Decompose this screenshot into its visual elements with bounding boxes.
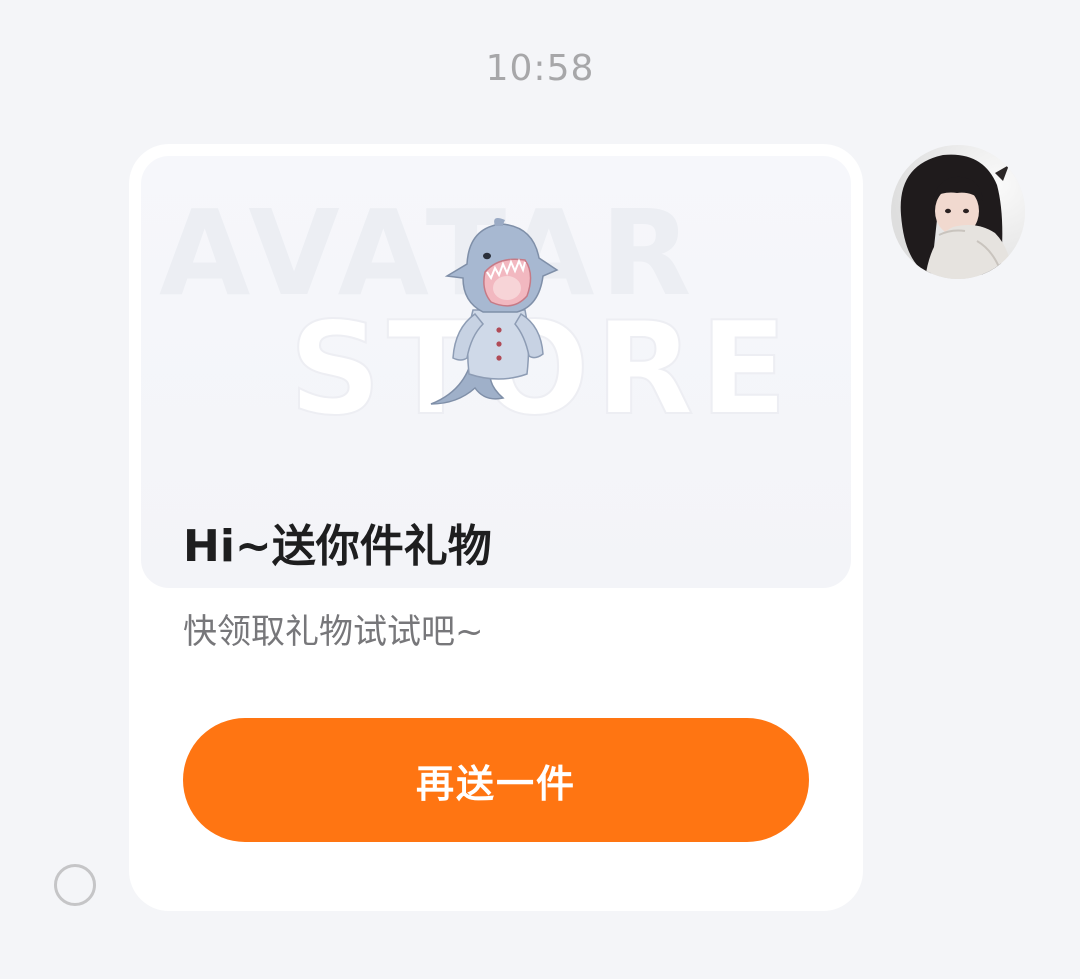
message-status-circle-icon [54,864,96,906]
gift-card-subtitle: 快领取礼物试试吧~ [183,612,484,652]
gift-message-card[interactable]: AVATAR STORE Hi~送你件礼物 快领取礼物试试吧~ 再送一件 [129,144,863,911]
message-timestamp: 10:58 [485,48,595,89]
user-avatar[interactable] [891,145,1025,279]
send-another-gift-button[interactable]: 再送一件 [183,718,809,842]
user-avatar-photo [891,145,1025,279]
shark-costume-avatar-icon [430,218,559,405]
gift-card-title: Hi~送你件礼物 [183,521,492,572]
